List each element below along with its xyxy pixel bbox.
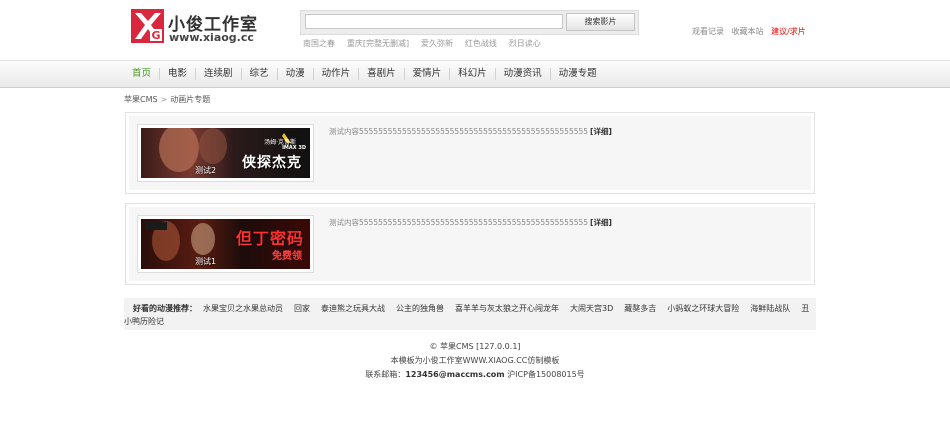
search-input[interactable] xyxy=(305,14,563,29)
topic-thumbnail[interactable]: IMAX 3D 汤姆·克鲁斯 侠探杰克 测试2 xyxy=(137,124,314,182)
site-logo[interactable]: G 小俊工作室 www.xiaog.cc xyxy=(131,9,266,46)
detail-link[interactable]: [详细] xyxy=(590,218,612,227)
nav-item-scifi[interactable]: 科幻片 xyxy=(449,68,495,80)
nav-item-movie[interactable]: 电影 xyxy=(159,68,195,80)
search-button[interactable]: 搜索影片 xyxy=(566,13,635,31)
nav-item-home[interactable]: 首页 xyxy=(124,68,159,80)
nav-item-anime[interactable]: 动漫 xyxy=(276,68,313,80)
hot-keyword-link[interactable]: 烈日读心 xyxy=(509,39,541,48)
poster-subtitle: 汤姆·克鲁斯 xyxy=(264,139,296,146)
nav-item-variety[interactable]: 综艺 xyxy=(240,68,277,80)
recommendation-link[interactable]: 海鲜陆战队 xyxy=(750,304,790,313)
nav-item-series[interactable]: 连续剧 xyxy=(195,68,241,80)
logo-url: www.xiaog.cc xyxy=(169,31,254,44)
hot-keyword-link[interactable]: 红色战线 xyxy=(465,39,497,48)
topic-thumbnail[interactable]: 但丁密码 免费领 测试1 xyxy=(137,215,314,273)
logo-mark-icon: G xyxy=(131,9,164,43)
suggest-link[interactable]: 建议/求片 xyxy=(771,27,806,36)
main-nav: 首页 电影 连续剧 综艺 动漫 动作片 喜剧片 爱情片 科幻片 动漫资讯 动漫专… xyxy=(0,60,950,88)
nav-item-action[interactable]: 动作片 xyxy=(312,68,359,80)
description-text: 测试内容555555555555555555555555555555555555… xyxy=(329,127,589,136)
svg-text:G: G xyxy=(151,29,160,42)
detail-link[interactable]: [详细] xyxy=(590,127,612,136)
breadcrumb: 苹果CMS > 动画片专题 xyxy=(124,94,210,105)
recommendation-link[interactable]: 大闹天宫3D xyxy=(570,304,613,313)
footer-contact: 联系邮箱：123456@maccms.com 沪ICP备15008015号 xyxy=(0,368,950,382)
description-text: 测试内容555555555555555555555555555555555555… xyxy=(329,218,589,227)
recommendation-link[interactable]: 公主的独角兽 xyxy=(396,304,444,313)
thumbnail-caption: 测试1 xyxy=(194,257,217,266)
recommendation-link[interactable]: 水果宝贝之水果总动员 xyxy=(203,304,283,313)
recommendation-link[interactable]: 喜羊羊与灰太狼之开心闯龙年 xyxy=(455,304,559,313)
nav-item-anime-news[interactable]: 动漫资讯 xyxy=(494,68,550,80)
topic-description: 测试内容555555555555555555555555555555555555… xyxy=(329,126,612,137)
recommendation-link[interactable]: 小蚂蚁之环球大冒险 xyxy=(667,304,739,313)
hot-keyword-link[interactable]: 爱久弥新 xyxy=(421,39,453,48)
recommendations-bar: 好看的动漫推荐： 水果宝贝之水果总动员 回家 泰迪熊之玩具大战 公主的独角兽 喜羊羊与灰太… xyxy=(124,298,816,330)
poster-title: 但丁密码 xyxy=(235,229,304,248)
nav-item-romance[interactable]: 爱情片 xyxy=(403,68,450,80)
recommendation-link[interactable]: 回家 xyxy=(294,304,310,313)
hot-keyword-link[interactable]: 南国之春 xyxy=(303,39,335,48)
hot-keywords: 南国之春 重庆[完整无删减] 爱久弥新 红色战线 烈日读心 xyxy=(303,38,550,49)
top-links: 观看记录 收藏本站 建议/求片 xyxy=(692,26,806,37)
contact-email[interactable]: 123456@maccms.com xyxy=(405,370,504,379)
favorite-link[interactable]: 收藏本站 xyxy=(732,27,764,36)
hot-keyword-link[interactable]: 重庆[完整无删减] xyxy=(347,39,409,48)
icp-number[interactable]: 沪ICP备15008015号 xyxy=(507,370,585,379)
recommendation-link[interactable]: 藏獒多吉 xyxy=(624,304,656,313)
nav-item-anime-topics[interactable]: 动漫专题 xyxy=(549,68,605,80)
footer-template-note: 本模板为小俊工作室WWW.XIAOG.CC仿制模板 xyxy=(390,356,560,365)
breadcrumb-current: 动画片专题 xyxy=(170,95,211,104)
recommendations-label: 好看的动漫推荐： xyxy=(133,304,197,313)
nav-item-comedy[interactable]: 喜剧片 xyxy=(358,68,404,80)
breadcrumb-home[interactable]: 苹果CMS xyxy=(124,95,158,104)
recommendation-link[interactable]: 泰迪熊之玩具大战 xyxy=(321,304,385,313)
topic-description: 测试内容555555555555555555555555555555555555… xyxy=(329,217,612,228)
footer-copyright: © 苹果CMS [127.0.0.1] xyxy=(429,342,521,351)
contact-label: 联系邮箱： xyxy=(365,370,406,379)
topic-card: 但丁密码 免费领 测试1 测试内容55555555555555555555555… xyxy=(125,203,815,285)
search-box: 搜索影片 xyxy=(300,10,639,35)
topic-card: IMAX 3D 汤姆·克鲁斯 侠探杰克 测试2 测试内容555555555555… xyxy=(125,112,815,194)
watch-history-link[interactable]: 观看记录 xyxy=(692,27,724,36)
footer: © 苹果CMS [127.0.0.1] 本模板为小俊工作室WWW.XIAOG.C… xyxy=(0,340,950,382)
breadcrumb-separator: > xyxy=(160,95,168,104)
thumbnail-caption: 测试2 xyxy=(194,166,217,175)
